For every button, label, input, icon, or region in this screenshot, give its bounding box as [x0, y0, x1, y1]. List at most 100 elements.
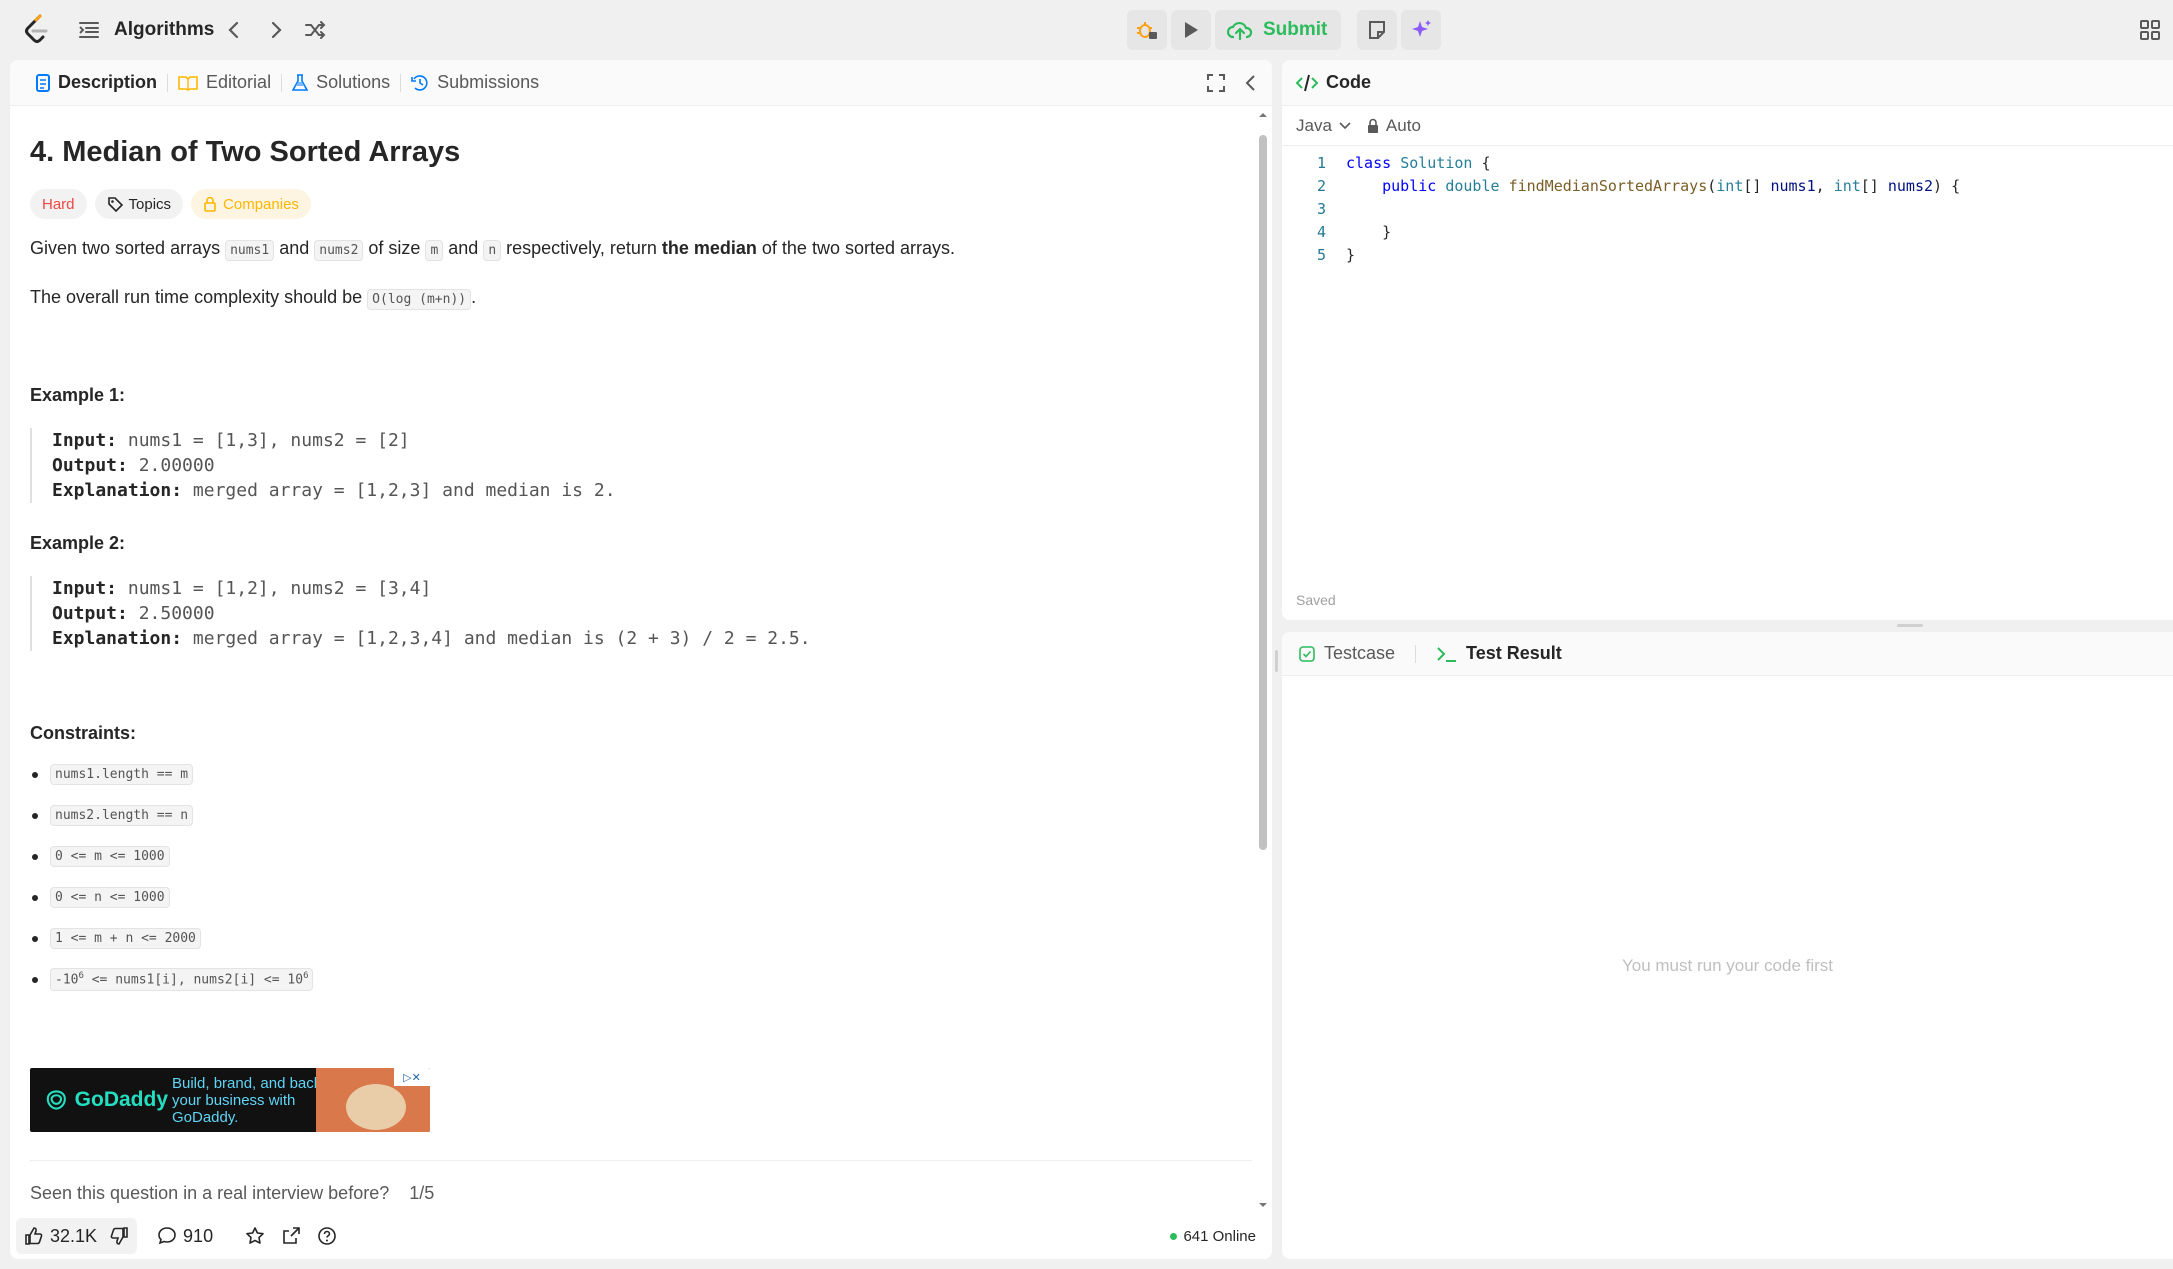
code-icon	[1296, 74, 1318, 91]
tab-description-label: Description	[58, 72, 158, 92]
flask-icon	[292, 73, 309, 91]
submit-button[interactable]: Submit	[1215, 10, 1342, 50]
random-problem-button[interactable]	[302, 16, 330, 44]
scrollbar-thumb[interactable]	[1259, 135, 1267, 850]
input-value: nums1 = [1,3], nums2 = [2]	[127, 430, 410, 451]
constraint-part: -10	[55, 972, 79, 988]
tab-divider	[1415, 644, 1417, 663]
chevron-down-icon	[1339, 121, 1351, 129]
online-count: 641 Online	[1183, 1227, 1256, 1245]
leetcode-logo-icon[interactable]	[22, 14, 52, 46]
tab-editorial[interactable]: Editorial	[168, 60, 281, 106]
test-result-panel: Testcase Test Result You must run your c…	[1282, 632, 2173, 1259]
code-line[interactable]: 4 }	[1282, 223, 2173, 246]
help-button[interactable]	[309, 1218, 345, 1254]
testcase-label: Testcase	[1324, 643, 1396, 663]
language-select[interactable]: Java	[1296, 116, 1352, 136]
ad-brand-name: GoDaddy	[74, 1088, 168, 1111]
tab-description[interactable]: Description	[26, 60, 167, 106]
output-label: Output:	[52, 603, 128, 624]
inline-code: O(log (m+n))	[367, 289, 472, 310]
code-line[interactable]: 3	[1282, 200, 2173, 223]
collapse-panel-icon[interactable]	[1240, 72, 1262, 94]
result-tabs: Testcase Test Result	[1282, 632, 2173, 676]
ad-message: Build, brand, and back your business wit…	[172, 1074, 322, 1126]
inline-code: nums2	[314, 240, 364, 261]
problem-title[interactable]: 4. Median of Two Sorted Arrays	[30, 136, 1252, 169]
comment-icon	[158, 1227, 176, 1245]
favorite-button[interactable]	[237, 1218, 273, 1254]
code-editor[interactable]: 1 class Solution { 2 public double findMe…	[1282, 146, 2173, 269]
constraint-code: -106 <= nums1[i], nums2[i] <= 106	[50, 968, 314, 991]
dislike-button[interactable]	[105, 1218, 137, 1254]
cloud-upload-icon	[1227, 21, 1253, 41]
horizontal-resize-handle[interactable]	[1897, 624, 1923, 627]
companies-label: Companies	[223, 195, 299, 213]
inline-code: nums1	[225, 240, 275, 261]
topics-tag[interactable]: Topics	[94, 189, 184, 219]
comment-count: 910	[183, 1225, 214, 1246]
vertical-resize-handle[interactable]	[1275, 650, 1278, 672]
output-value: 2.00000	[138, 455, 215, 476]
input-label: Input:	[52, 430, 118, 451]
advertisement-banner[interactable]: GoDaddy Build, brand, and back your busi…	[30, 1068, 430, 1132]
prev-problem-button[interactable]	[220, 16, 248, 44]
thumbs-down-icon	[110, 1227, 128, 1245]
vote-group: 32.1K	[16, 1218, 138, 1254]
example-block: Input: nums1 = [1,2], nums2 = [3,4] Outp…	[30, 576, 1252, 651]
tab-test-result[interactable]: Test Result	[1436, 643, 1562, 664]
desc-text: respectively, return	[501, 238, 662, 258]
chevron-left-icon	[228, 21, 239, 39]
input-label: Input:	[52, 578, 118, 599]
scroll-up-icon[interactable]	[1256, 110, 1270, 120]
comments-button[interactable]: 910	[149, 1218, 221, 1254]
debug-button[interactable]	[1127, 10, 1167, 50]
problem-list-button[interactable]: Algorithms	[78, 16, 214, 44]
complexity-text: The overall run time complexity should b…	[30, 287, 368, 307]
constraint-item: nums1.length == m	[30, 754, 1252, 795]
output-value: 2.50000	[138, 603, 215, 624]
code-line[interactable]: 5}	[1282, 246, 2173, 269]
code-line[interactable]: 2 public double findMedianSortedArrays(i…	[1282, 177, 2173, 200]
tab-editorial-label: Editorial	[206, 72, 272, 92]
next-problem-button[interactable]	[262, 16, 290, 44]
constraint-code: nums1.length == m	[50, 764, 194, 785]
help-icon	[318, 1227, 336, 1245]
sparkle-icon	[1412, 20, 1432, 37]
layout-grid-icon[interactable]	[2138, 18, 2162, 42]
ai-assistant-button[interactable]	[1401, 10, 1442, 50]
terminal-icon	[1437, 646, 1457, 662]
ad-brand: GoDaddy	[44, 1087, 168, 1113]
code-line[interactable]: 1 class Solution {	[1282, 154, 2173, 177]
like-count: 32.1K	[50, 1225, 98, 1246]
constraint-item: 0 <= n <= 1000	[30, 877, 1252, 918]
tab-testcase[interactable]: Testcase	[1298, 643, 1395, 664]
notes-button[interactable]	[1357, 10, 1398, 50]
run-button[interactable]	[1171, 10, 1211, 50]
scrollbar[interactable]	[1256, 110, 1270, 1210]
adchoices-icon[interactable]: ▷✕	[394, 1068, 430, 1086]
code-panel-title: Code	[1326, 72, 1371, 92]
problem-tags: Hard Topics Companies	[30, 189, 1252, 219]
constraint-exponent: 6	[303, 971, 309, 982]
code-panel-header: Code	[1282, 60, 2173, 106]
tab-submissions[interactable]: Submissions	[401, 60, 549, 106]
autocomplete-toggle[interactable]: Auto	[1366, 116, 1421, 136]
book-icon	[178, 75, 198, 91]
companies-tag[interactable]: Companies	[191, 189, 311, 219]
empty-result-message: You must run your code first	[1621, 956, 1834, 975]
interview-question: Seen this question in a real interview b…	[30, 1183, 1252, 1204]
play-icon	[1185, 22, 1198, 38]
interview-question-text: Seen this question in a real interview b…	[30, 1183, 390, 1203]
share-button[interactable]	[273, 1218, 309, 1254]
description-content: 4. Median of Two Sorted Arrays Hard Topi…	[10, 136, 1272, 1204]
like-button[interactable]: 32.1K	[16, 1218, 105, 1254]
desc-text: of the two sorted arrays.	[756, 238, 955, 258]
scroll-down-icon[interactable]	[1256, 1200, 1270, 1210]
tab-solutions[interactable]: Solutions	[282, 60, 400, 106]
lock-icon	[204, 196, 216, 212]
constraint-item: nums2.length == n	[30, 795, 1252, 836]
tab-solutions-label: Solutions	[316, 72, 391, 92]
maximize-icon[interactable]	[1205, 72, 1227, 94]
constraint-item: 1 <= m + n <= 2000	[30, 918, 1252, 959]
